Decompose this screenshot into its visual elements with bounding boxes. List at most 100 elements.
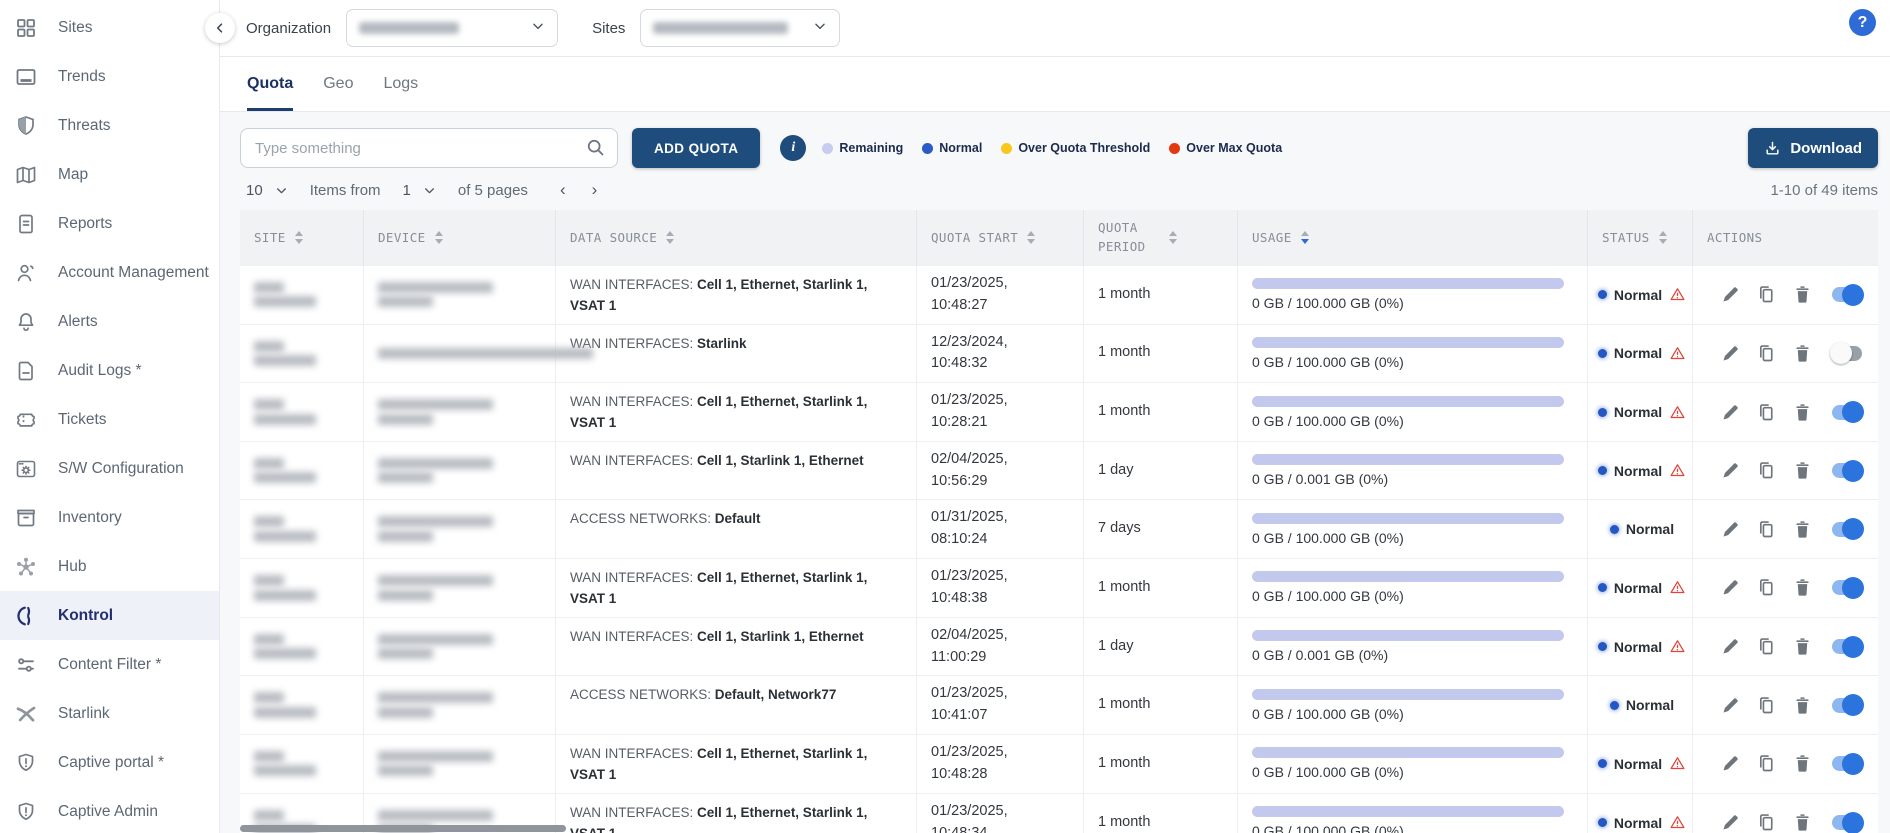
enable-toggle[interactable] xyxy=(1832,580,1862,595)
column-header[interactable]: SITE xyxy=(240,210,364,265)
enable-toggle[interactable] xyxy=(1832,405,1862,420)
sidebar-item[interactable]: Audit Logs * xyxy=(0,346,219,395)
quota-start-cell: 01/23/2025, 10:28:21 xyxy=(917,383,1084,441)
sidebar-item[interactable]: Alerts xyxy=(0,297,219,346)
column-header[interactable]: DEVICE xyxy=(364,210,556,265)
edit-button[interactable] xyxy=(1720,812,1741,833)
status-cell: Normal xyxy=(1588,383,1693,441)
enable-toggle[interactable] xyxy=(1832,815,1862,830)
sidebar-item[interactable]: Captive portal * xyxy=(0,738,219,787)
edit-button[interactable] xyxy=(1720,695,1741,716)
delete-button[interactable] xyxy=(1792,284,1813,305)
enable-toggle[interactable] xyxy=(1832,698,1862,713)
delete-button[interactable] xyxy=(1792,460,1813,481)
sort-arrows-icon[interactable] xyxy=(1169,231,1177,244)
delete-button[interactable] xyxy=(1792,695,1813,716)
sidebar-item[interactable]: Sites xyxy=(0,3,219,52)
enable-toggle[interactable] xyxy=(1832,639,1862,654)
edit-button[interactable] xyxy=(1720,343,1741,364)
duplicate-button[interactable] xyxy=(1756,753,1777,774)
duplicate-button[interactable] xyxy=(1756,695,1777,716)
enable-toggle[interactable] xyxy=(1832,287,1862,302)
sidebar-item[interactable]: Tickets xyxy=(0,395,219,444)
next-page-button[interactable]: › xyxy=(592,180,598,200)
help-button[interactable]: ? xyxy=(1849,9,1876,36)
sidebar-item[interactable]: Starlink xyxy=(0,689,219,738)
tab[interactable]: Geo xyxy=(323,57,353,111)
edit-button[interactable] xyxy=(1720,402,1741,423)
duplicate-button[interactable] xyxy=(1756,519,1777,540)
column-header[interactable]: ACTIONS xyxy=(1693,210,1878,265)
organization-select[interactable] xyxy=(346,9,558,47)
usage-legend: Remaining Normal Over Quota Threshold Ov… xyxy=(822,141,1282,155)
sidebar-item[interactable]: Trends xyxy=(0,52,219,101)
sidebar-item[interactable]: Hub xyxy=(0,542,219,591)
sort-arrows-icon[interactable] xyxy=(1027,231,1035,244)
enable-toggle[interactable] xyxy=(1832,463,1862,478)
sidebar-item[interactable]: Kontrol xyxy=(0,591,219,640)
copy-icon xyxy=(1756,402,1777,423)
status-dot-icon xyxy=(1598,642,1607,651)
delete-button[interactable] xyxy=(1792,812,1813,833)
table-row: WAN INTERFACES: Cell 1, Ethernet, Starli… xyxy=(240,558,1878,617)
delete-button[interactable] xyxy=(1792,753,1813,774)
column-header[interactable]: STATUS xyxy=(1588,210,1693,265)
duplicate-button[interactable] xyxy=(1756,460,1777,481)
edit-button[interactable] xyxy=(1720,519,1741,540)
duplicate-button[interactable] xyxy=(1756,812,1777,833)
sidebar-item[interactable]: Account Management xyxy=(0,248,219,297)
page-size-select[interactable]: 10 xyxy=(240,182,294,199)
sort-arrows-icon[interactable] xyxy=(295,231,303,244)
search-input[interactable] xyxy=(240,128,618,168)
column-header[interactable]: DATA SOURCE xyxy=(556,210,917,265)
sort-arrows-icon[interactable] xyxy=(666,231,674,244)
sort-arrows-icon[interactable] xyxy=(1301,231,1309,244)
duplicate-button[interactable] xyxy=(1756,577,1777,598)
copy-icon xyxy=(1756,695,1777,716)
edit-button[interactable] xyxy=(1720,577,1741,598)
enable-toggle[interactable] xyxy=(1832,522,1862,537)
edit-button[interactable] xyxy=(1720,284,1741,305)
page-select[interactable]: 1 xyxy=(397,182,442,199)
edit-button[interactable] xyxy=(1720,753,1741,774)
sidebar-item[interactable]: Threats xyxy=(0,101,219,150)
sort-arrows-icon[interactable] xyxy=(435,231,443,244)
duplicate-button[interactable] xyxy=(1756,343,1777,364)
delete-button[interactable] xyxy=(1792,519,1813,540)
edit-button[interactable] xyxy=(1720,636,1741,657)
add-quota-button[interactable]: ADD QUOTA xyxy=(632,128,760,168)
sidebar-item[interactable]: Map xyxy=(0,150,219,199)
tab[interactable]: Quota xyxy=(247,57,293,111)
horizontal-scrollbar[interactable] xyxy=(240,825,566,832)
duplicate-button[interactable] xyxy=(1756,402,1777,423)
duplicate-button[interactable] xyxy=(1756,636,1777,657)
sidebar-item[interactable]: Captive Admin xyxy=(0,787,219,833)
delete-button[interactable] xyxy=(1792,577,1813,598)
download-button[interactable]: Download xyxy=(1748,128,1878,168)
delete-button[interactable] xyxy=(1792,636,1813,657)
column-header[interactable]: USAGE xyxy=(1238,210,1588,265)
blurred-device-name xyxy=(378,630,545,663)
sidebar-item[interactable]: Reports xyxy=(0,199,219,248)
previous-page-button[interactable]: ‹ xyxy=(560,180,566,200)
enable-toggle[interactable] xyxy=(1832,346,1862,361)
legend-dot xyxy=(822,143,833,154)
sidebar-item[interactable]: S/W Configuration xyxy=(0,444,219,493)
delete-button[interactable] xyxy=(1792,343,1813,364)
tab-label: Logs xyxy=(383,75,418,93)
edit-button[interactable] xyxy=(1720,460,1741,481)
column-header[interactable]: QUOTA START xyxy=(917,210,1084,265)
tab[interactable]: Logs xyxy=(383,57,418,111)
column-header[interactable]: QUOTA PERIOD xyxy=(1084,210,1238,265)
sidebar-item[interactable]: Content Filter * xyxy=(0,640,219,689)
enable-toggle[interactable] xyxy=(1832,756,1862,771)
info-icon[interactable]: i xyxy=(780,135,806,161)
sidebar-collapse-button[interactable] xyxy=(205,13,235,43)
sites-select[interactable] xyxy=(640,9,840,47)
duplicate-button[interactable] xyxy=(1756,284,1777,305)
sidebar-item-label: Map xyxy=(58,166,88,184)
sort-arrows-icon[interactable] xyxy=(1659,231,1667,244)
quota-start-date: 02/04/2025, xyxy=(931,449,1073,471)
sidebar-item[interactable]: Inventory xyxy=(0,493,219,542)
delete-button[interactable] xyxy=(1792,402,1813,423)
